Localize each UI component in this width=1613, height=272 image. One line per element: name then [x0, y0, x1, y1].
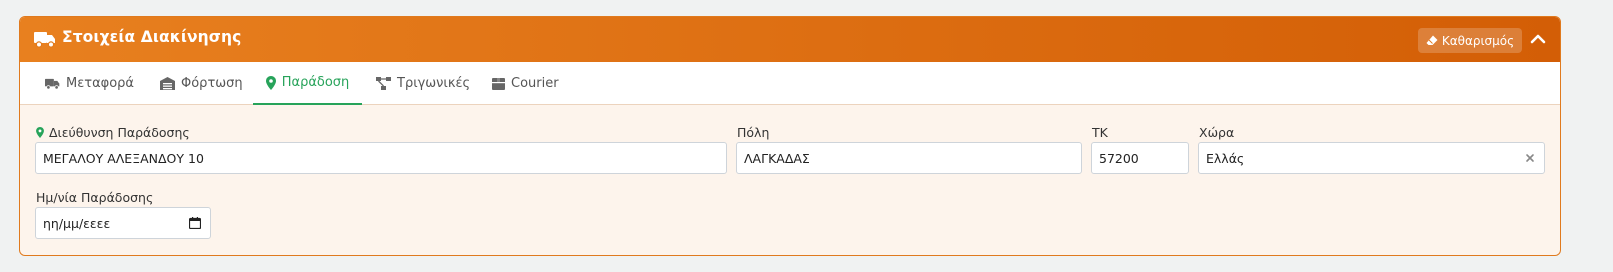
warehouse-icon [160, 77, 175, 90]
address-label-text: Διεύθυνση Παράδοσης [49, 125, 190, 140]
delivery-date-label: Ημ/νία Παράδοσης [36, 190, 154, 205]
tab-triangular[interactable]: Τριγωνικές [376, 62, 471, 105]
tab-delivery[interactable]: Παράδοση [253, 62, 362, 105]
card-header: Στοιχεία Διακίνησης Καθαρισμός [20, 17, 1560, 62]
country-label: Χώρα [1199, 125, 1235, 140]
delivery-date-placeholder: ηη/μμ/εεεε [43, 215, 111, 231]
postal-code-label: ΤΚ [1092, 125, 1108, 140]
tab-label: Παράδοση [281, 75, 350, 90]
tab-courier[interactable]: Courier [492, 62, 562, 105]
city-label: Πόλη [737, 125, 770, 140]
card-title: Στοιχεία Διακίνησης [62, 28, 242, 46]
city-input[interactable]: ΛΑΓΚΑΔΑΣ [736, 142, 1082, 174]
tab-transport[interactable]: Μεταφορά [45, 62, 135, 105]
network-icon [376, 77, 391, 90]
clear-button[interactable]: Καθαρισμός [1418, 28, 1522, 53]
tab-bar: Μεταφορά Φόρτωση Παράδοση Τριγωνικές Cou… [20, 62, 1560, 105]
map-pin-icon [265, 75, 276, 90]
calendar-icon[interactable] [189, 217, 201, 229]
tab-label: Φόρτωση [181, 76, 243, 91]
chevron-up-icon[interactable] [1530, 32, 1546, 46]
close-icon[interactable] [1525, 153, 1535, 163]
map-pin-icon [36, 127, 44, 138]
postal-code-input[interactable]: 57200 [1091, 142, 1189, 174]
box-icon [492, 78, 505, 90]
clear-button-label: Καθαρισμός [1441, 33, 1515, 48]
truck-icon [34, 32, 55, 48]
tab-label: Μεταφορά [66, 76, 134, 91]
delivery-card: Στοιχεία Διακίνησης Καθαρισμός Μεταφορά [19, 16, 1561, 256]
tab-loading[interactable]: Φόρτωση [160, 62, 243, 105]
country-select[interactable]: Ελλάς [1198, 142, 1545, 174]
delivery-date-input[interactable]: ηη/μμ/εεεε [35, 207, 211, 239]
address-label: Διεύθυνση Παράδοσης [36, 125, 190, 140]
eraser-icon [1426, 35, 1438, 45]
country-select-value: Ελλάς [1206, 150, 1245, 166]
address-input[interactable]: ΜΕΓΑΛΟΥ ΑΛΕΞΑΝΔΟΥ 10 [35, 142, 727, 174]
tab-label: Τριγωνικές [397, 76, 471, 91]
truck-icon [45, 78, 60, 90]
tab-label: Courier [511, 76, 559, 91]
